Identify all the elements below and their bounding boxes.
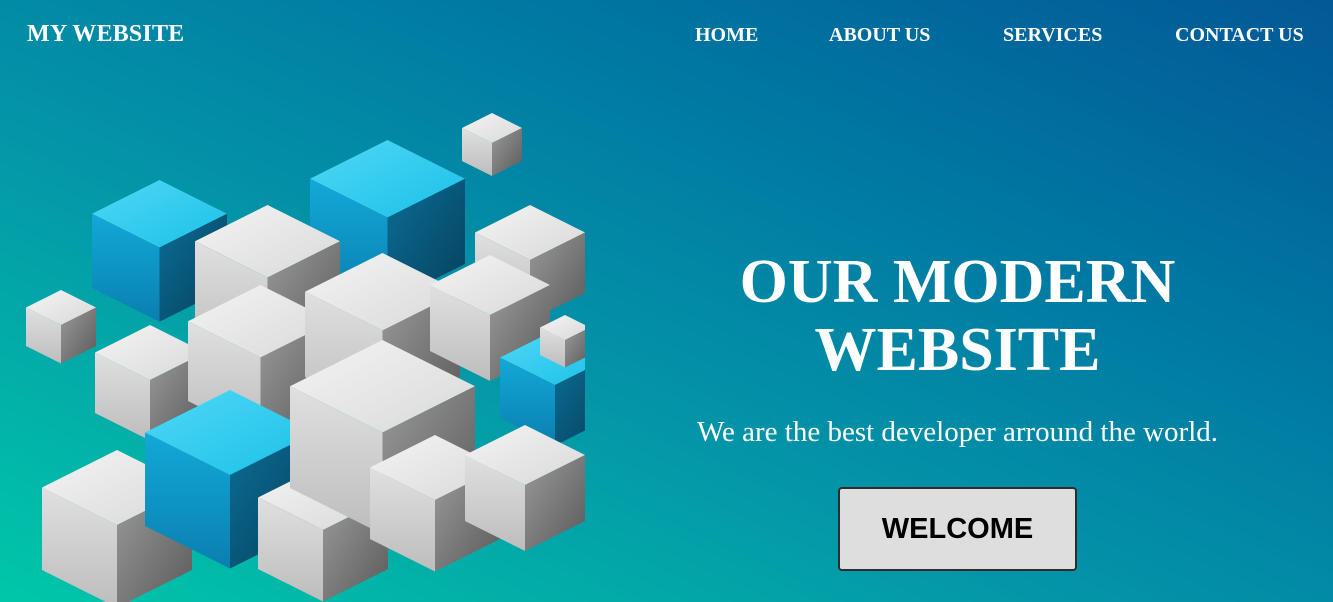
welcome-button[interactable]: WELCOME: [838, 487, 1077, 571]
hero-title-line-2: WEBSITE: [814, 316, 1101, 384]
hero-subtitle: We are the best developer arround the wo…: [696, 416, 1219, 448]
navbar: MY WEBSITE HOME ABOUT US SERVICES CONTAC…: [0, 0, 1333, 72]
hero-title-line-1: OUR MODERN: [739, 248, 1176, 316]
cube-cluster: [26, 113, 610, 602]
nav-home[interactable]: HOME: [695, 24, 758, 47]
nav-contact-us[interactable]: CONTACT US: [1175, 24, 1304, 47]
nav-services[interactable]: SERVICES: [1003, 24, 1102, 47]
nav-about-us[interactable]: ABOUT US: [829, 24, 930, 47]
cubes-svg: [26, 113, 610, 602]
cubes-illustration: [20, 105, 610, 602]
hero-title: OUR MODERN WEBSITE: [640, 248, 1275, 384]
site-logo[interactable]: MY WEBSITE: [27, 21, 184, 48]
